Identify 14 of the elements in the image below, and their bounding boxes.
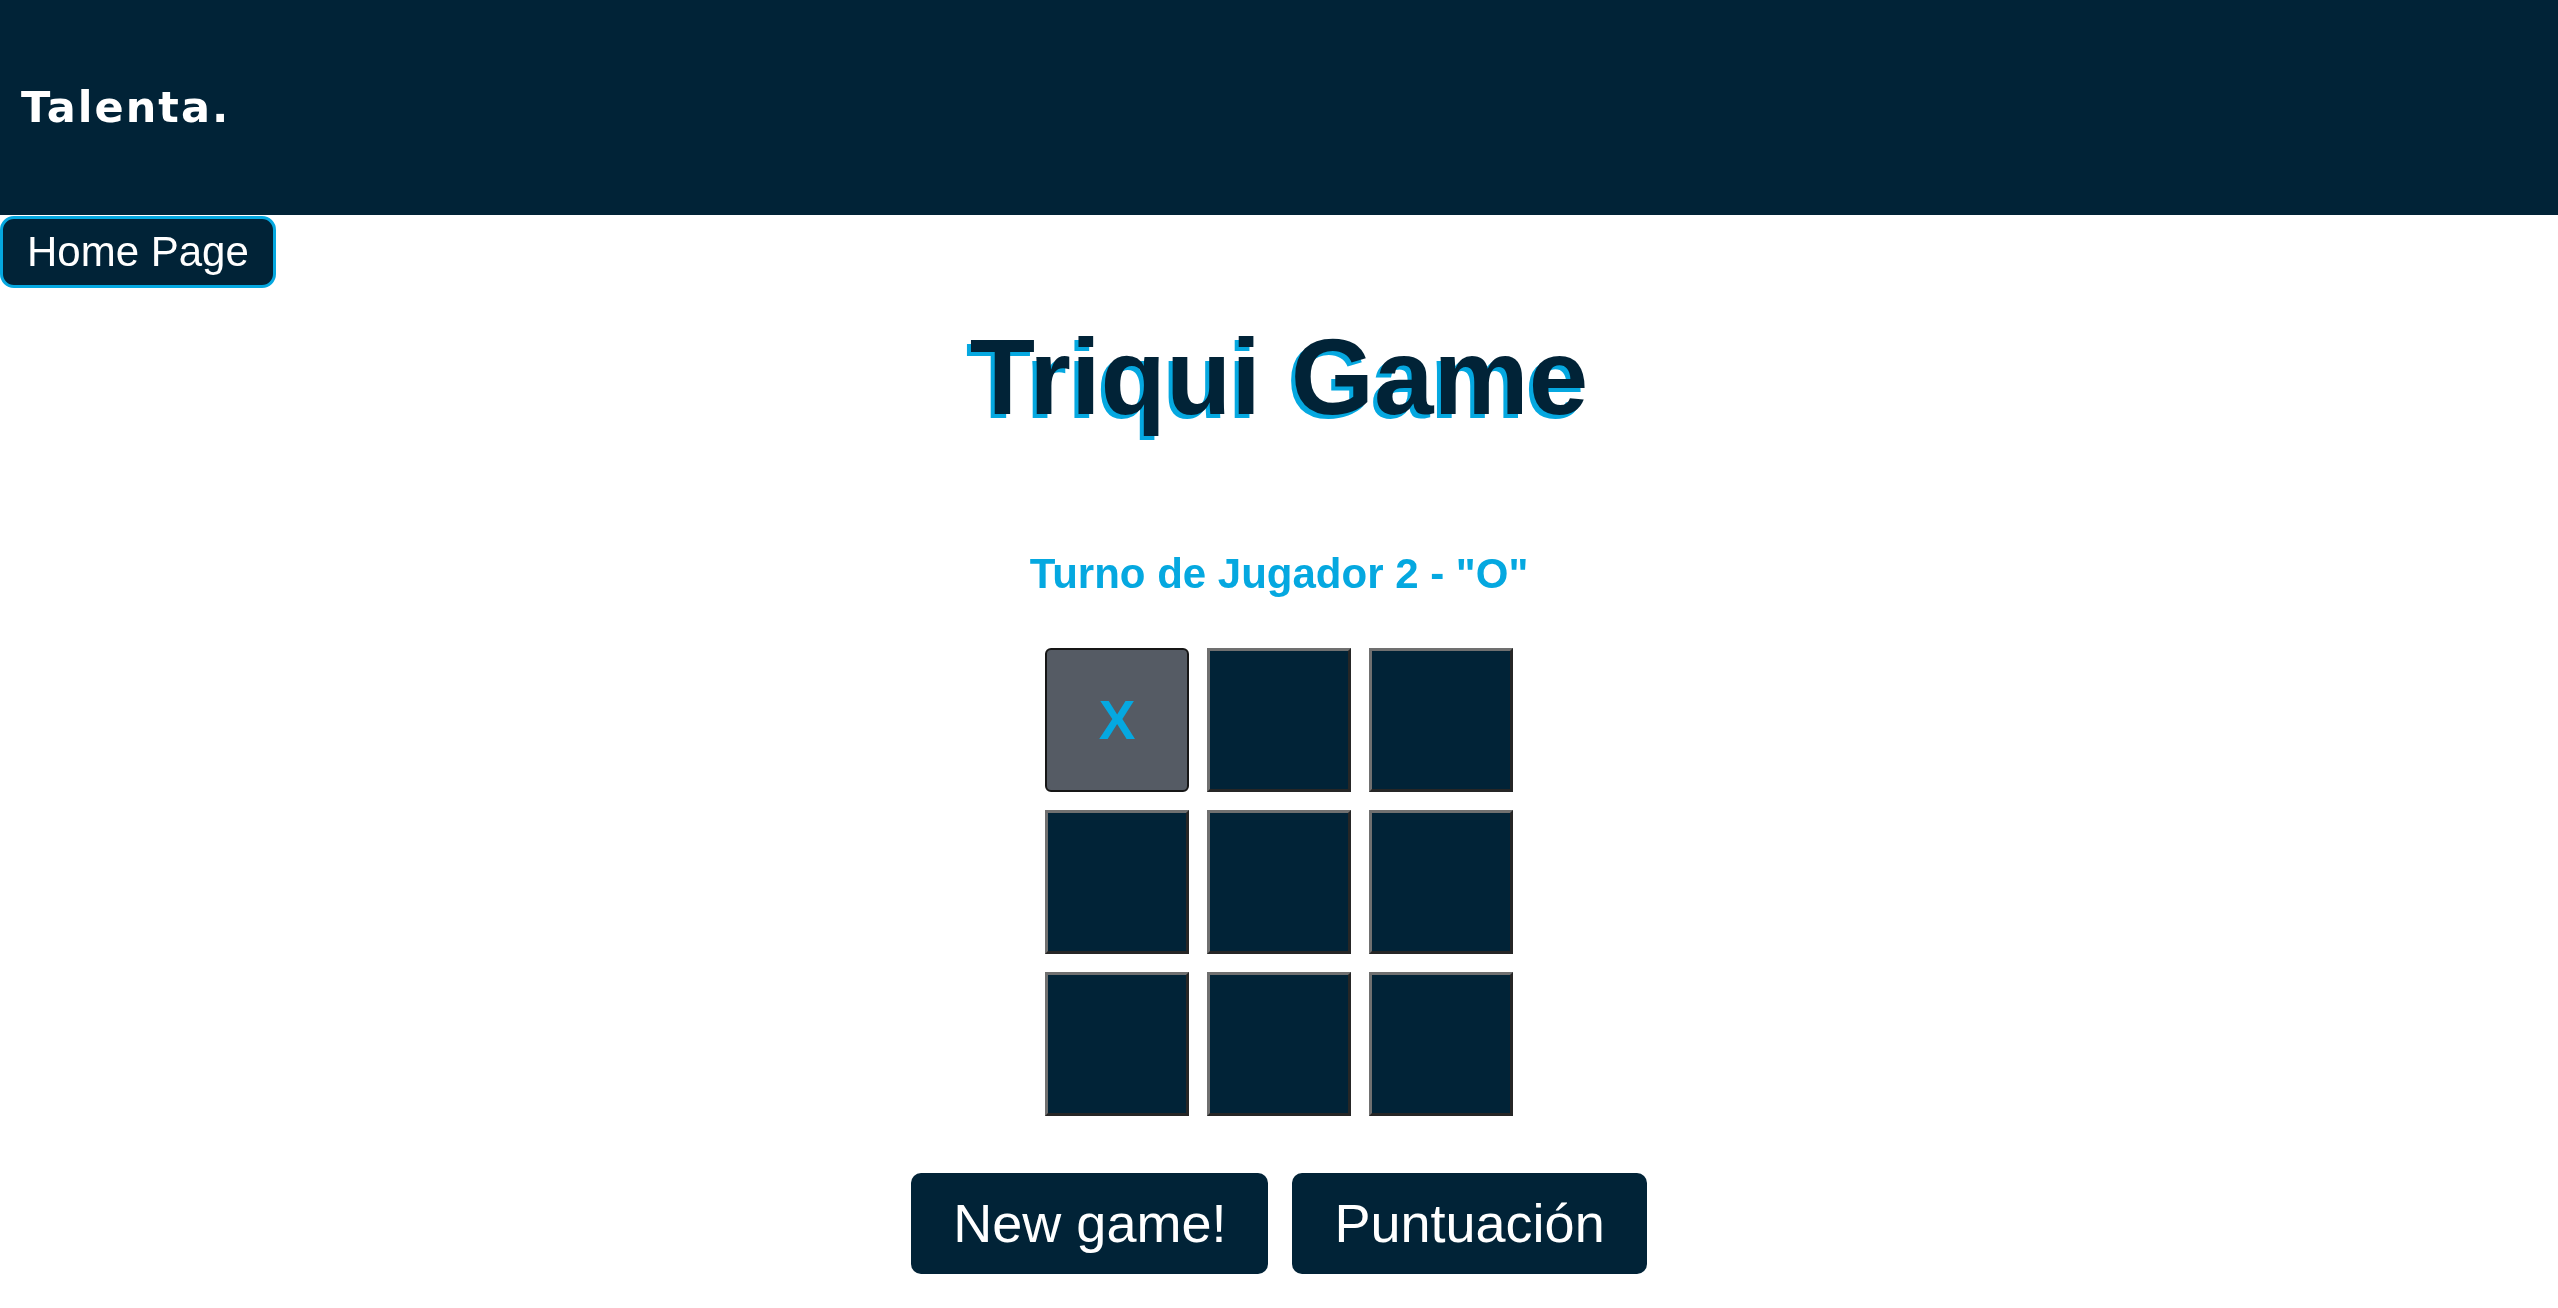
new-game-button[interactable]: New game! — [911, 1173, 1269, 1274]
board-cell[interactable] — [1369, 648, 1513, 793]
score-button[interactable]: Puntuación — [1292, 1173, 1647, 1274]
board-cell[interactable] — [1207, 972, 1351, 1117]
board-cell[interactable] — [1207, 648, 1351, 793]
board-cell[interactable] — [1045, 972, 1189, 1117]
board-cell[interactable] — [1369, 810, 1513, 955]
page-title: Triqui Game — [969, 316, 1589, 440]
board-cell[interactable] — [1207, 810, 1351, 955]
turn-message: Turno de Jugador 2 - "O" — [1029, 548, 1529, 599]
home-page-button[interactable]: Home Page — [0, 216, 276, 289]
board-cell[interactable] — [1045, 810, 1189, 955]
logo: Talenta. — [21, 86, 231, 129]
board-cell[interactable] — [1369, 972, 1513, 1117]
